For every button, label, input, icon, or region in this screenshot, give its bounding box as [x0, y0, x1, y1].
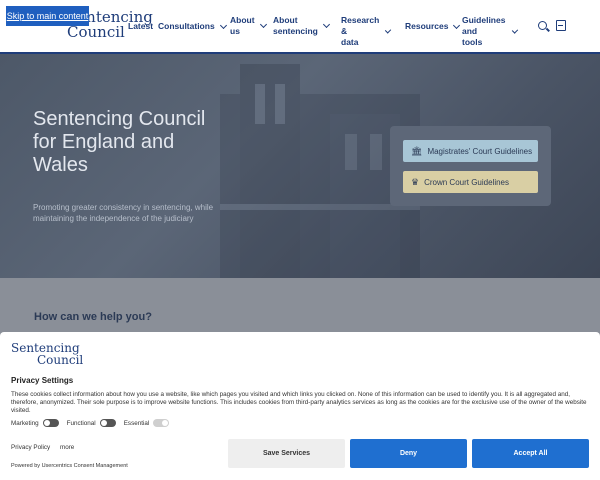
nav-research-line2: data: [341, 37, 359, 47]
accept-all-button[interactable]: Accept All: [472, 439, 589, 468]
functional-label: Functional: [66, 419, 96, 427]
nav-about-sentencing-line1: About: [273, 15, 298, 25]
nav-about-us[interactable]: About us: [230, 15, 267, 37]
privacy-settings-description: These cookies collect information about …: [11, 391, 587, 414]
crown-icon: ♛: [411, 176, 420, 187]
search-icon[interactable]: [538, 21, 547, 30]
crown-court-guidelines-button[interactable]: ♛ Crown Court Guidelines: [403, 171, 538, 193]
print-icon[interactable]: [556, 20, 566, 31]
site-header: Sentencing Council Skip to main content …: [0, 0, 600, 54]
chevron-down-icon: [453, 21, 461, 29]
help-title: How can we help you?: [34, 311, 152, 323]
essential-label: Essential: [123, 419, 150, 427]
nav-about-us-line2: us: [230, 26, 240, 36]
cookie-links: Privacy Policy more: [11, 444, 82, 451]
nav-consultations[interactable]: Consultations: [158, 21, 227, 32]
nav-latest-label: Latest: [128, 21, 154, 31]
chevron-down-icon: [511, 26, 518, 34]
nav-about-sentencing[interactable]: About sentencing: [273, 15, 330, 37]
nav-resources[interactable]: Resources: [405, 21, 461, 32]
hero-subtitle: Promoting greater consistency in sentenc…: [33, 203, 214, 223]
nav-about-us-line1: About: [230, 15, 255, 25]
nav-resources-label: Resources: [405, 21, 449, 31]
marketing-toggle[interactable]: [42, 419, 59, 427]
nav-about-sentencing-line2: sentencing: [273, 26, 318, 36]
nav-guidelines-tools-label: Guidelines and tools: [462, 15, 507, 48]
hero-title: Sentencing Council for England and Wales: [33, 108, 206, 176]
crown-button-label: Crown Court Guidelines: [424, 177, 510, 187]
nav-research-data-label: Research & data: [341, 15, 380, 48]
privacy-settings-title: Privacy Settings: [11, 376, 74, 385]
powered-by-text: Powered by Usercentrics Consent Manageme…: [11, 463, 128, 469]
magistrates-court-guidelines-button[interactable]: 🏛 Magistrates' Court Guidelines: [403, 140, 538, 162]
save-services-button[interactable]: Save Services: [228, 439, 345, 468]
magistrates-button-label: Magistrates' Court Guidelines: [427, 146, 533, 156]
nav-guidelines-line1: Guidelines and: [462, 15, 506, 36]
chevron-down-icon: [259, 20, 267, 29]
consent-toggles: Marketing Functional Essential: [11, 419, 177, 427]
chevron-down-icon: [322, 20, 330, 29]
nav-consultations-label: Consultations: [158, 21, 215, 31]
courthouse-icon: 🏛: [411, 145, 423, 156]
nav-guidelines-tools[interactable]: Guidelines and tools: [462, 15, 518, 48]
functional-toggle[interactable]: [99, 419, 116, 427]
nav-research-data[interactable]: Research & data: [341, 15, 392, 48]
cookie-banner: Sentencing Council Privacy Settings Thes…: [0, 332, 600, 480]
help-section: How can we help you?: [0, 278, 600, 338]
guidelines-panel: 🏛 Magistrates' Court Guidelines ♛ Crown …: [390, 126, 551, 206]
nav-latest[interactable]: Latest: [128, 21, 153, 32]
chevron-down-icon: [219, 21, 227, 29]
privacy-policy-link[interactable]: Privacy Policy: [11, 444, 50, 451]
cookie-logo-line2: Council: [37, 353, 84, 367]
chevron-down-icon: [384, 26, 392, 34]
marketing-label: Marketing: [11, 419, 39, 427]
nav-about-sentencing-label: About sentencing: [273, 15, 318, 37]
nav-guidelines-line2: tools: [462, 37, 483, 47]
nav-research-line1: Research &: [341, 15, 380, 36]
essential-toggle: [153, 419, 170, 427]
deny-button[interactable]: Deny: [350, 439, 467, 468]
hero-banner: Sentencing Council for England and Wales…: [0, 54, 600, 278]
more-link[interactable]: more: [60, 444, 74, 451]
nav-about-us-label: About us: [230, 15, 255, 37]
skip-to-main-link[interactable]: Skip to main content: [6, 6, 89, 26]
cookie-logo: Sentencing Council: [11, 342, 83, 366]
